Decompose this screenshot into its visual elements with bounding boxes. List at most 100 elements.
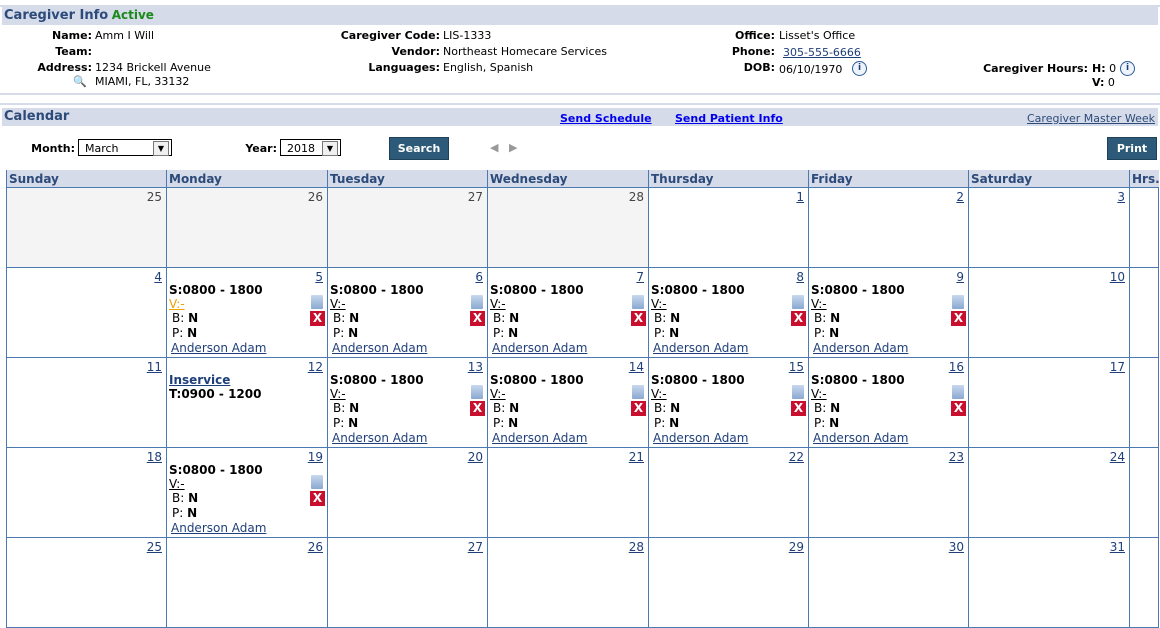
day-number[interactable]: 10 — [1110, 270, 1125, 284]
patient-link[interactable]: Anderson Adam — [332, 341, 427, 355]
chevron-down-icon: ▼ — [322, 141, 338, 156]
patient-link[interactable]: Anderson Adam — [492, 431, 587, 445]
visit-link[interactable]: V:- — [651, 297, 806, 311]
day-number[interactable]: 9 — [956, 270, 964, 284]
document-icon[interactable] — [471, 295, 483, 309]
day-number[interactable]: 22 — [789, 450, 804, 464]
shift-time: S:0800 - 1800 — [490, 373, 584, 387]
visit-link[interactable]: V:- — [811, 297, 966, 311]
delete-icon[interactable]: X — [631, 401, 646, 416]
day-cell: 29 — [648, 537, 809, 628]
day-number[interactable]: 20 — [468, 450, 483, 464]
month-select[interactable]: March ▼ — [78, 139, 172, 156]
visit-link[interactable]: V:- — [330, 387, 485, 401]
day-number[interactable]: 18 — [147, 450, 162, 464]
delete-icon[interactable]: X — [951, 311, 966, 326]
day-number[interactable]: 7 — [636, 270, 644, 284]
day-number[interactable]: 23 — [949, 450, 964, 464]
patient-link[interactable]: Anderson Adam — [653, 431, 748, 445]
print-button[interactable]: Print — [1107, 137, 1157, 160]
visit-link[interactable]: V:- — [651, 387, 806, 401]
day-number[interactable]: 8 — [796, 270, 804, 284]
delete-icon[interactable]: X — [631, 311, 646, 326]
dob-info-icon[interactable]: i — [852, 61, 867, 76]
delete-icon[interactable]: X — [791, 311, 806, 326]
document-icon[interactable] — [311, 295, 323, 309]
day-number[interactable]: 28 — [629, 540, 644, 554]
visit-link[interactable]: V:- — [490, 387, 646, 401]
day-number[interactable]: 31 — [1110, 540, 1125, 554]
document-icon[interactable] — [952, 295, 964, 309]
shift-time: S:0800 - 1800 — [330, 283, 424, 297]
day-number[interactable]: 17 — [1110, 360, 1125, 374]
day-number[interactable]: 11 — [147, 360, 162, 374]
day-number[interactable]: 5 — [315, 270, 323, 284]
document-icon[interactable] — [471, 385, 483, 399]
delete-icon[interactable]: X — [310, 311, 325, 326]
day-cell: 27 — [327, 537, 488, 628]
day-number[interactable]: 21 — [629, 450, 644, 464]
day-number[interactable]: 6 — [475, 270, 483, 284]
day-cell: 12 Inservice T:0900 - 1200 — [166, 357, 328, 448]
shift: S:0800 - 1800 V:- B: N P: N Anderson Adam — [651, 283, 806, 355]
visit-link[interactable]: V:- — [811, 387, 966, 401]
patient-link[interactable]: Anderson Adam — [813, 341, 908, 355]
patient-link[interactable]: Anderson Adam — [171, 341, 266, 355]
day-number[interactable]: 26 — [308, 540, 323, 554]
patient-link[interactable]: Anderson Adam — [332, 431, 427, 445]
map-search-icon[interactable]: 🔍 — [73, 75, 87, 88]
hours-cell — [1129, 537, 1159, 628]
header-friday: Friday — [808, 170, 969, 188]
day-number[interactable]: 19 — [308, 450, 323, 464]
day-number[interactable]: 29 — [789, 540, 804, 554]
delete-icon[interactable]: X — [951, 401, 966, 416]
document-icon[interactable] — [792, 385, 804, 399]
header-wednesday: Wednesday — [487, 170, 649, 188]
day-cell: 25 — [6, 537, 167, 628]
day-number[interactable]: 30 — [949, 540, 964, 554]
day-number[interactable]: 4 — [154, 270, 162, 284]
day-number[interactable]: 12 — [308, 360, 323, 374]
day-number[interactable]: 16 — [949, 360, 964, 374]
day-number[interactable]: 13 — [468, 360, 483, 374]
day-number[interactable]: 14 — [629, 360, 644, 374]
patient-link[interactable]: Anderson Adam — [813, 431, 908, 445]
inservice-link[interactable]: Inservice — [169, 373, 230, 387]
phone-link[interactable]: 305-555-6666 — [783, 46, 861, 59]
caregiver-master-week-link[interactable]: Caregiver Master Week — [1027, 112, 1155, 125]
next-arrow-icon[interactable]: ▶ — [509, 141, 517, 154]
day-number[interactable]: 2 — [956, 190, 964, 204]
day-cell: 6 S:0800 - 1800 V:- B: N P: N Anderson Adam X — [327, 267, 488, 358]
patient-link[interactable]: Anderson Adam — [171, 521, 266, 535]
year-select[interactable]: 2018 ▼ — [280, 139, 341, 156]
search-button[interactable]: Search — [389, 137, 449, 160]
day-number[interactable]: 3 — [1117, 190, 1125, 204]
delete-icon[interactable]: X — [791, 401, 806, 416]
delete-icon[interactable]: X — [470, 311, 485, 326]
visit-link[interactable]: V:- — [490, 297, 646, 311]
document-icon[interactable] — [952, 385, 964, 399]
visit-link[interactable]: V:- — [330, 297, 485, 311]
patient-link[interactable]: Anderson Adam — [653, 341, 748, 355]
day-number[interactable]: 27 — [468, 540, 483, 554]
visit-link[interactable]: V:- — [169, 297, 325, 311]
delete-icon[interactable]: X — [470, 401, 485, 416]
day-cell: 17 — [968, 357, 1130, 448]
delete-icon[interactable]: X — [310, 491, 325, 506]
document-icon[interactable] — [792, 295, 804, 309]
document-icon[interactable] — [311, 475, 323, 489]
document-icon[interactable] — [632, 385, 644, 399]
day-number[interactable]: 1 — [796, 190, 804, 204]
shift-time: S:0800 - 1800 — [811, 283, 905, 297]
patient-link[interactable]: Anderson Adam — [492, 341, 587, 355]
day-number[interactable]: 15 — [789, 360, 804, 374]
send-patient-info-link[interactable]: Send Patient Info — [675, 112, 783, 125]
document-icon[interactable] — [632, 295, 644, 309]
visit-link[interactable]: V:- — [169, 477, 325, 491]
day-number[interactable]: 25 — [147, 540, 162, 554]
day-cell: 25 — [6, 187, 167, 268]
day-number[interactable]: 24 — [1110, 450, 1125, 464]
prev-arrow-icon[interactable]: ◀ — [490, 141, 498, 154]
hours-info-icon[interactable]: i — [1120, 61, 1135, 76]
send-schedule-link[interactable]: Send Schedule — [560, 112, 652, 125]
